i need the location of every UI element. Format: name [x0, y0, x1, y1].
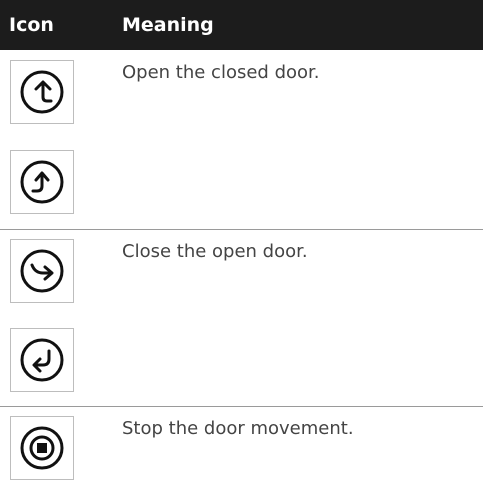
door-open-cw-arrow-icon	[10, 150, 74, 214]
row-meaning: Open the closed door.	[122, 62, 320, 83]
row-divider	[0, 229, 483, 230]
door-open-ccw-arrow-icon	[10, 60, 74, 124]
header-meaning-column: Meaning	[122, 14, 214, 36]
door-close-down-right-arrow-icon	[10, 239, 74, 303]
header-icon-column: Icon	[9, 14, 54, 36]
door-close-down-left-arrow-icon	[10, 328, 74, 392]
door-stop-icon	[10, 416, 74, 480]
row-meaning: Close the open door.	[122, 241, 308, 262]
row-divider	[0, 406, 483, 407]
row-meaning: Stop the door movement.	[122, 418, 354, 439]
table-header: Icon Meaning	[0, 0, 483, 50]
